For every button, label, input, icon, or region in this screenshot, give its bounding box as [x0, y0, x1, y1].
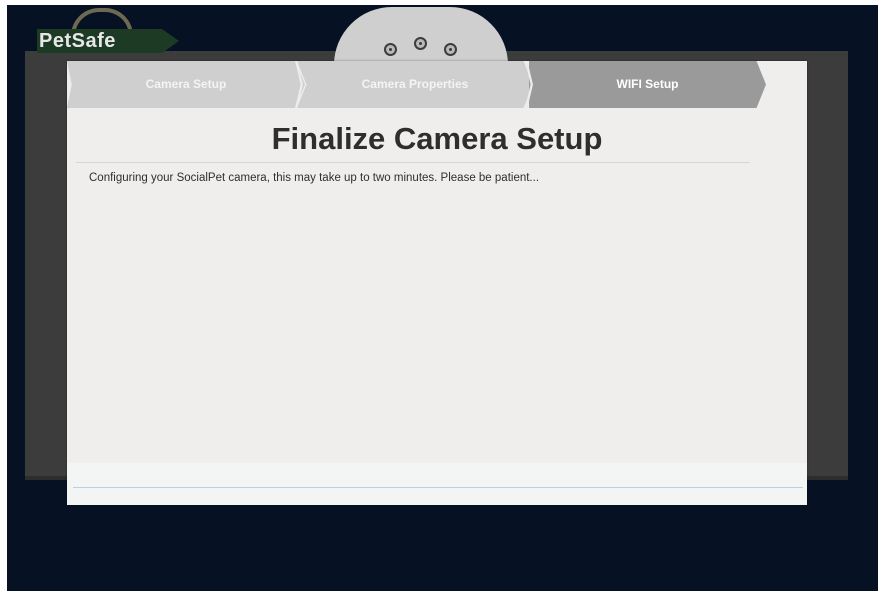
- logo-text: PetSafe: [39, 30, 116, 52]
- setup-dialog: Camera Setup Camera Properties WIFI Setu…: [67, 61, 807, 505]
- camera-lens-icon: [444, 43, 457, 56]
- camera-illustration: [334, 7, 508, 65]
- step-camera-properties[interactable]: Camera Properties: [297, 61, 533, 108]
- wizard-steps: Camera Setup Camera Properties WIFI Setu…: [67, 61, 807, 108]
- step-wifi-setup[interactable]: WIFI Setup: [529, 61, 766, 108]
- camera-lens-icon: [414, 37, 427, 50]
- petsafe-logo: PetSafe: [33, 5, 183, 55]
- footer-divider: [73, 487, 803, 488]
- camera-lens-icon: [384, 43, 397, 56]
- dialog-footer: [67, 463, 807, 505]
- app-screen: PetSafe Camera Setup Camera Properties W…: [7, 5, 878, 591]
- title-divider: [76, 162, 750, 163]
- status-message: Configuring your SocialPet camera, this …: [89, 172, 540, 184]
- step-camera-setup[interactable]: Camera Setup: [67, 61, 305, 108]
- page-title: Finalize Camera Setup: [271, 121, 603, 156]
